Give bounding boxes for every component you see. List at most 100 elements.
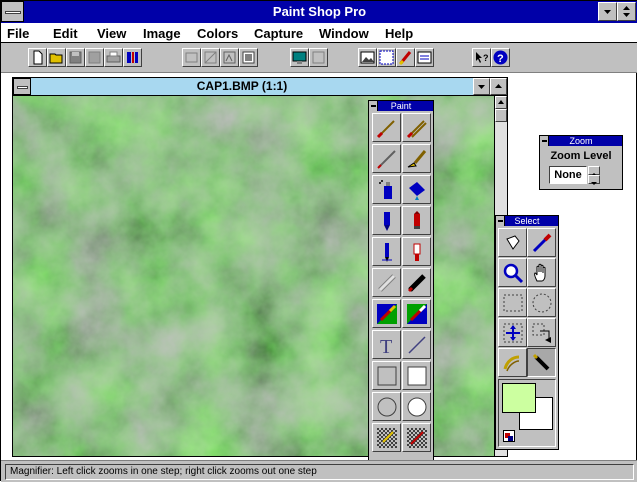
tool-move[interactable] [498, 318, 527, 347]
zoom-level-field[interactable]: None [549, 166, 587, 184]
smudge-icon [407, 274, 426, 293]
save-as-button[interactable] [85, 48, 104, 67]
new-button[interactable] [28, 48, 47, 67]
flip-button[interactable] [220, 48, 239, 67]
menu-view[interactable]: View [97, 26, 126, 41]
tool-pen[interactable] [402, 113, 431, 142]
grid-button[interactable] [377, 48, 396, 67]
tool-eyedropper[interactable] [527, 228, 556, 257]
tool-highlighter[interactable] [372, 237, 401, 266]
status-bar: Magnifier: Left click zooms in one step;… [1, 460, 637, 482]
zoom-up-button[interactable] [588, 166, 600, 176]
tool-charcoal[interactable] [402, 144, 431, 173]
filled-ellipse-icon [407, 397, 427, 417]
new-icon [33, 50, 43, 65]
crop-button[interactable] [201, 48, 220, 67]
tool-hand[interactable] [527, 258, 556, 287]
foreground-color-swatch[interactable] [502, 383, 536, 413]
app-title: Paint Shop Pro [272, 4, 367, 19]
scroll-up-button[interactable] [495, 96, 507, 109]
arrow-down-icon [591, 182, 597, 185]
tool-smudge[interactable] [402, 268, 431, 297]
tool-marker[interactable] [372, 206, 401, 235]
svg-text:?: ? [483, 53, 489, 63]
select-palette-close-button[interactable] [496, 216, 505, 226]
tool-filled-rectangle[interactable] [402, 361, 431, 390]
tool-crayon[interactable] [402, 206, 431, 235]
tool-ellipse-select[interactable] [527, 288, 556, 317]
tool-eraser[interactable] [372, 268, 401, 297]
tool-magic-wand[interactable] [498, 348, 527, 377]
undo-icon [185, 52, 198, 63]
tool-retouch[interactable] [527, 348, 556, 377]
minimize-button[interactable] [598, 2, 617, 21]
tool-rect-select[interactable] [498, 288, 527, 317]
airbrush-icon [379, 180, 392, 199]
tool-magnifier[interactable] [498, 258, 527, 287]
tool-ellipse[interactable] [372, 392, 401, 421]
context-help-button[interactable]: ? [472, 48, 491, 67]
print-button[interactable] [104, 48, 123, 67]
undo-button[interactable] [182, 48, 201, 67]
palette-button[interactable] [358, 48, 377, 67]
save-button[interactable] [66, 48, 85, 67]
crayon-icon [414, 211, 420, 229]
menu-edit[interactable]: Edit [53, 26, 78, 41]
status-text: Magnifier: Left click zooms in one step;… [5, 464, 634, 480]
tool-clone-brush[interactable] [402, 299, 431, 328]
tool-pattern-b[interactable] [402, 423, 431, 452]
close-icon [371, 105, 376, 107]
menu-capture[interactable]: Capture [254, 26, 303, 41]
tool-lipstick[interactable] [402, 237, 431, 266]
toolbar: ? ? [1, 43, 637, 73]
lipstick-icon [413, 243, 421, 261]
status-icon [417, 51, 432, 64]
charcoal-icon [407, 150, 427, 168]
tool-text[interactable]: T [372, 330, 401, 359]
tool-lasso[interactable] [498, 228, 527, 257]
swap-colors-button[interactable] [503, 430, 515, 442]
ellipse-icon [377, 397, 397, 417]
paint-toggle-button[interactable] [396, 48, 415, 67]
tool-rectangle[interactable] [372, 361, 401, 390]
svg-text:T: T [380, 336, 392, 357]
paint-palette-title: Paint [369, 101, 433, 111]
menu-window[interactable]: Window [319, 26, 369, 41]
tool-paintbrush[interactable] [372, 113, 401, 142]
text-icon: T [380, 336, 392, 357]
menu-file[interactable]: File [7, 26, 29, 41]
image-minimize-button[interactable] [473, 78, 490, 95]
menu-help[interactable]: Help [385, 26, 413, 41]
context-help-icon: ? [476, 52, 489, 63]
paint-palette-close-button[interactable] [369, 101, 378, 111]
open-button[interactable] [47, 48, 66, 67]
tool-airbrush[interactable] [372, 175, 401, 204]
tool-pencil[interactable] [372, 144, 401, 173]
status-toggle-button[interactable] [415, 48, 434, 67]
maximize-button[interactable] [617, 2, 636, 21]
minimize-icon [604, 10, 611, 14]
magnifier-icon [503, 263, 524, 284]
hand-icon [534, 263, 546, 282]
scan-button[interactable] [123, 48, 142, 67]
swap-colors-icon [505, 433, 513, 441]
menu-image[interactable]: Image [143, 26, 181, 41]
tool-fill-bucket[interactable] [402, 175, 431, 204]
tool-line[interactable] [402, 330, 431, 359]
image-maximize-button[interactable] [490, 78, 507, 95]
zoom-down-button[interactable] [588, 175, 600, 185]
rotate-icon [242, 51, 255, 64]
slideshow-button[interactable] [290, 48, 309, 67]
tool-filled-ellipse[interactable] [402, 392, 431, 421]
tool-deformation[interactable] [527, 318, 556, 347]
tool-color-replacer[interactable] [372, 299, 401, 328]
ellipse-select-icon [532, 293, 552, 313]
menu-colors[interactable]: Colors [197, 26, 238, 41]
zoom-palette-close-button[interactable] [540, 136, 549, 146]
scroll-thumb[interactable] [495, 109, 507, 122]
help-button[interactable]: ? [491, 48, 510, 67]
tool-pattern-a[interactable] [372, 423, 401, 452]
rotate-button[interactable] [239, 48, 258, 67]
capture-button[interactable] [309, 48, 328, 67]
minimize-icon [478, 85, 485, 89]
